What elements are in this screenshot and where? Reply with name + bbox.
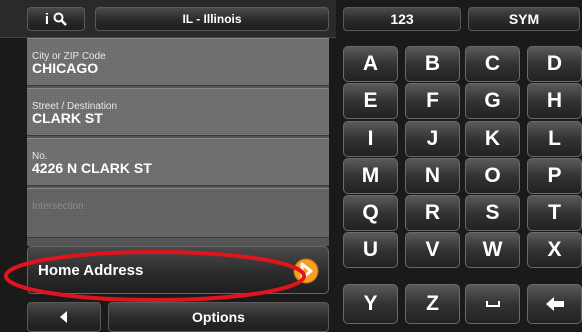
options-label: Options [192,309,245,325]
key-label: R [424,201,441,224]
key-m[interactable]: M [343,158,398,194]
annotation-ellipse [4,250,306,302]
key-o[interactable]: O [465,158,520,194]
key-label: U [362,238,379,261]
key-label: G [484,89,501,112]
key-label: I [367,127,374,150]
key-d[interactable]: D [527,46,582,82]
key-t[interactable]: T [527,195,582,231]
key-space[interactable] [465,284,520,324]
key-r[interactable]: R [405,195,460,231]
space-icon [485,301,500,307]
key-h[interactable]: H [527,83,582,119]
key-label: V [425,238,440,261]
key-x[interactable]: X [527,232,582,268]
state-label: IL - Illinois [182,12,242,26]
key-label: P [547,164,562,187]
info-icon: i [44,10,50,28]
key-label: C [484,52,501,75]
key-k[interactable]: K [465,121,520,157]
key-label: F [426,89,439,112]
number-field-value: 4226 N CLARK ST [32,160,152,176]
tab-123-label: 123 [390,11,414,27]
key-a[interactable]: A [343,46,398,82]
tab-sym-label: SYM [508,11,540,27]
key-label: S [485,201,500,224]
intersection-field-label: Intersection [32,201,84,212]
key-label: W [482,238,503,261]
key-label: M [361,164,380,187]
key-n[interactable]: N [405,158,460,194]
number-field[interactable]: No. 4226 N CLARK ST [27,138,329,186]
intersection-field[interactable]: Intersection [27,188,329,238]
tab-sym[interactable]: SYM [468,7,580,31]
key-p[interactable]: P [527,158,582,194]
key-label: T [548,201,561,224]
key-u[interactable]: U [343,232,398,268]
key-q[interactable]: Q [343,195,398,231]
key-b[interactable]: B [405,46,460,82]
key-f[interactable]: F [405,83,460,119]
key-s[interactable]: S [465,195,520,231]
key-g[interactable]: G [465,83,520,119]
street-field-value: CLARK ST [32,110,103,126]
key-label: J [426,127,439,150]
key-label: L [548,127,561,150]
key-c[interactable]: C [465,46,520,82]
back-arrow-icon [60,311,67,323]
search-icon [53,12,67,26]
search-info-button[interactable]: i [27,7,85,31]
key-label: Y [363,292,378,315]
key-label: N [424,164,441,187]
key-e[interactable]: E [343,83,398,119]
key-label: Z [426,292,439,315]
key-label: O [484,164,501,187]
key-l[interactable]: L [527,121,582,157]
key-label: E [363,89,378,112]
state-selector[interactable]: IL - Illinois [95,7,329,31]
street-field[interactable]: Street / Destination CLARK ST [27,88,329,136]
key-label: B [424,52,441,75]
city-field[interactable]: City or ZIP Code CHICAGO [27,38,329,86]
key-label: A [362,52,379,75]
city-field-value: CHICAGO [32,60,99,76]
key-label: K [484,127,501,150]
key-backspace[interactable] [527,284,582,324]
key-j[interactable]: J [405,121,460,157]
key-i[interactable]: I [343,121,398,157]
backspace-arrow-icon [545,297,564,311]
key-z[interactable]: Z [405,284,460,324]
key-v[interactable]: V [405,232,460,268]
key-w[interactable]: W [465,232,520,268]
key-label: X [547,238,562,261]
key-label: Q [362,201,379,224]
key-y[interactable]: Y [343,284,398,324]
tab-123[interactable]: 123 [343,7,461,31]
key-label: D [546,52,563,75]
key-label: H [546,89,563,112]
